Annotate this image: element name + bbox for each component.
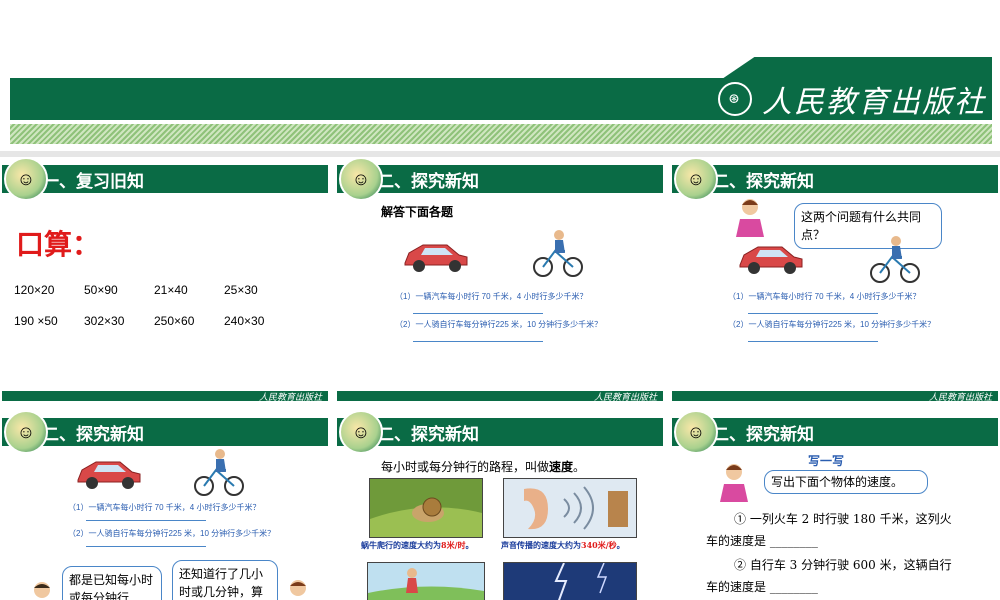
math-item: 190 ×50 xyxy=(14,314,58,328)
exercise-item-1: ① 一列火车 2 时行驶 180 千米，这列火车的速度是 ________ xyxy=(706,512,952,548)
math-row: 120×20 50×90 21×40 25×30 xyxy=(14,283,314,297)
children-badge-icon: ☺ xyxy=(674,157,718,201)
slide-thumbnail-3[interactable]: 二、探究新知 ☺ 这两个问题有什么共同点？ （1）一辆汽车每小时行 70 千米，… xyxy=(672,157,998,401)
slide-title: 一、复习旧知 xyxy=(42,172,144,191)
footer-brand: 人民教育出版社 xyxy=(593,393,657,401)
snail-caption: 蜗牛爬行的速度大约为8米/时。 xyxy=(361,540,474,551)
girl-student-icon xyxy=(290,580,306,596)
instruction-bubble: 写出下面个物体的速度。 xyxy=(764,470,928,494)
definition-text: 每小时或每分钟行的路程，叫做 xyxy=(381,460,550,474)
slide-thumbnail-2[interactable]: 二、探究新知 ☺ 解答下面各题 （1）一辆汽车每小时行 70 千米，4 小时行多… xyxy=(337,157,663,401)
slide-footer: 人民教育出版社 xyxy=(337,391,663,401)
cyclist-icon xyxy=(194,449,244,496)
children-badge-icon: ☺ xyxy=(339,410,383,454)
question-1: （1）一辆汽车每小时行 70 千米，4 小时行多少千米？ xyxy=(68,503,261,512)
mental-math-grid: 120×20 50×90 21×40 25×30 190 ×50 302×30 … xyxy=(14,283,314,345)
definition-end: 。 xyxy=(573,460,586,474)
math-item: 250×60 xyxy=(154,314,195,328)
cyclist-icon xyxy=(533,230,583,277)
caption-text: 声音传播的速度大约为 xyxy=(501,540,581,550)
math-item: 302×30 xyxy=(84,314,125,328)
slide-header: 二、探究新知 xyxy=(672,418,998,446)
answer-line xyxy=(748,341,878,342)
speed-definition: 每小时或每分钟行的路程，叫做速度。 xyxy=(381,458,585,475)
slide-title: 二、探究新知 xyxy=(42,425,144,444)
caption-end: 。 xyxy=(465,540,474,550)
slide-title: 二、探究新知 xyxy=(377,172,479,191)
answer-line xyxy=(748,313,878,314)
slide-header: 二、探究新知 xyxy=(337,418,663,446)
math-item: 25×30 xyxy=(224,283,258,297)
speech-bubble-left: 都是已知每小时或每分钟行 xyxy=(62,566,162,600)
question-1: （1）一辆汽车每小时行 70 千米，4 小时行多少千米？ xyxy=(395,292,588,301)
slide-header: 二、探究新知 xyxy=(672,165,998,193)
exercise-item-2: ② 自行车 3 分钟行驶 600 米，这辆自行车的速度是 ________ xyxy=(706,558,952,594)
math-item: 50×90 xyxy=(84,283,118,297)
publisher-name: 人民教育出版社 xyxy=(762,85,986,120)
definition-term: 速度 xyxy=(549,460,574,474)
caption-value: 340米/秒 xyxy=(581,540,617,550)
slide-thumbnail-4[interactable]: 二、探究新知 ☺ （1）一辆汽车每小时行 70 千米，4 小时行多少千米？ （2… xyxy=(2,410,328,600)
publisher-logo-icon: ⊛ xyxy=(718,82,752,116)
math-item: 240×30 xyxy=(224,314,265,328)
math-item: 120×20 xyxy=(14,283,55,297)
slide-header: 二、探究新知 xyxy=(2,418,328,446)
slide-thumbnail-5[interactable]: 二、探究新知 ☺ 每小时或每分钟行的路程，叫做速度。 蜗牛爬行的速度大约为8米/… xyxy=(337,410,663,600)
runner-photo xyxy=(367,562,485,600)
children-badge-icon: ☺ xyxy=(4,410,48,454)
answer-line xyxy=(413,341,543,342)
slide-header: 一、复习旧知 xyxy=(2,165,328,193)
red-car-icon xyxy=(77,461,141,489)
question-2: （2）一人骑自行车每分钟行225 米，10 分钟行多少千米？ xyxy=(395,320,603,329)
write-heading: 写一写 xyxy=(808,454,845,468)
slide-thumbnail-1[interactable]: 一、复习旧知 ☺ 口算： 120×20 50×90 21×40 25×30 19… xyxy=(2,157,328,401)
mental-math-heading: 口算： xyxy=(16,228,101,261)
caption-end: 。 xyxy=(616,540,625,550)
slide-footer: 人民教育出版社 xyxy=(2,391,328,401)
children-badge-icon: ☺ xyxy=(4,157,48,201)
slide-footer: 人民教育出版社 xyxy=(672,391,998,401)
slide-title: 二、探究新知 xyxy=(712,425,814,444)
girl-teacher-icon xyxy=(720,464,748,502)
slide-title: 二、探究新知 xyxy=(712,172,814,191)
slide-header: 二、探究新知 xyxy=(337,165,663,193)
caption-value: 8米/时 xyxy=(441,540,466,550)
answer-line xyxy=(413,313,543,314)
question-1: （1）一辆汽车每小时行 70 千米，4 小时行多少千米？ xyxy=(728,292,921,301)
girl-teacher-icon xyxy=(736,199,764,237)
slide-thumbnail-6[interactable]: 二、探究新知 ☺ 写一写 写出下面个物体的速度。 ① 一列火车 2 时行驶 18… xyxy=(672,410,998,600)
slide-subtitle: 解答下面各题 xyxy=(381,205,454,219)
footer-brand: 人民教育出版社 xyxy=(928,393,992,401)
math-row: 190 ×50 302×30 250×60 240×30 xyxy=(14,314,314,328)
red-car-icon xyxy=(739,246,803,274)
banner-stripe xyxy=(10,124,992,144)
red-car-icon xyxy=(404,244,468,272)
caption-text: 蜗牛爬行的速度大约为 xyxy=(361,540,441,550)
boy-student-icon xyxy=(34,582,50,598)
answer-line xyxy=(86,520,206,521)
children-badge-icon: ☺ xyxy=(339,157,383,201)
slide-title: 二、探究新知 xyxy=(377,425,479,444)
math-item: 21×40 xyxy=(154,283,188,297)
question-2: （2）一人骑自行车每分钟行225 米，10 分钟行多少千米？ xyxy=(68,529,276,538)
banner-tab xyxy=(722,57,992,79)
footer-brand: 人民教育出版社 xyxy=(258,393,322,401)
sound-caption: 声音传播的速度大约为340米/秒。 xyxy=(501,540,625,551)
ear-sound-photo xyxy=(503,478,637,538)
children-badge-icon: ☺ xyxy=(674,410,718,454)
cyclist-icon xyxy=(870,236,920,283)
publisher-brand: ⊛ 人民教育出版社 xyxy=(718,82,986,120)
speech-bubble-right: 还知道行了几小时或几分钟，算 xyxy=(172,560,278,600)
answer-line xyxy=(86,546,206,547)
snail-photo xyxy=(369,478,483,538)
lightning-photo xyxy=(503,562,637,600)
question-2: （2）一人骑自行车每分钟行225 米，10 分钟行多少千米？ xyxy=(728,320,936,329)
